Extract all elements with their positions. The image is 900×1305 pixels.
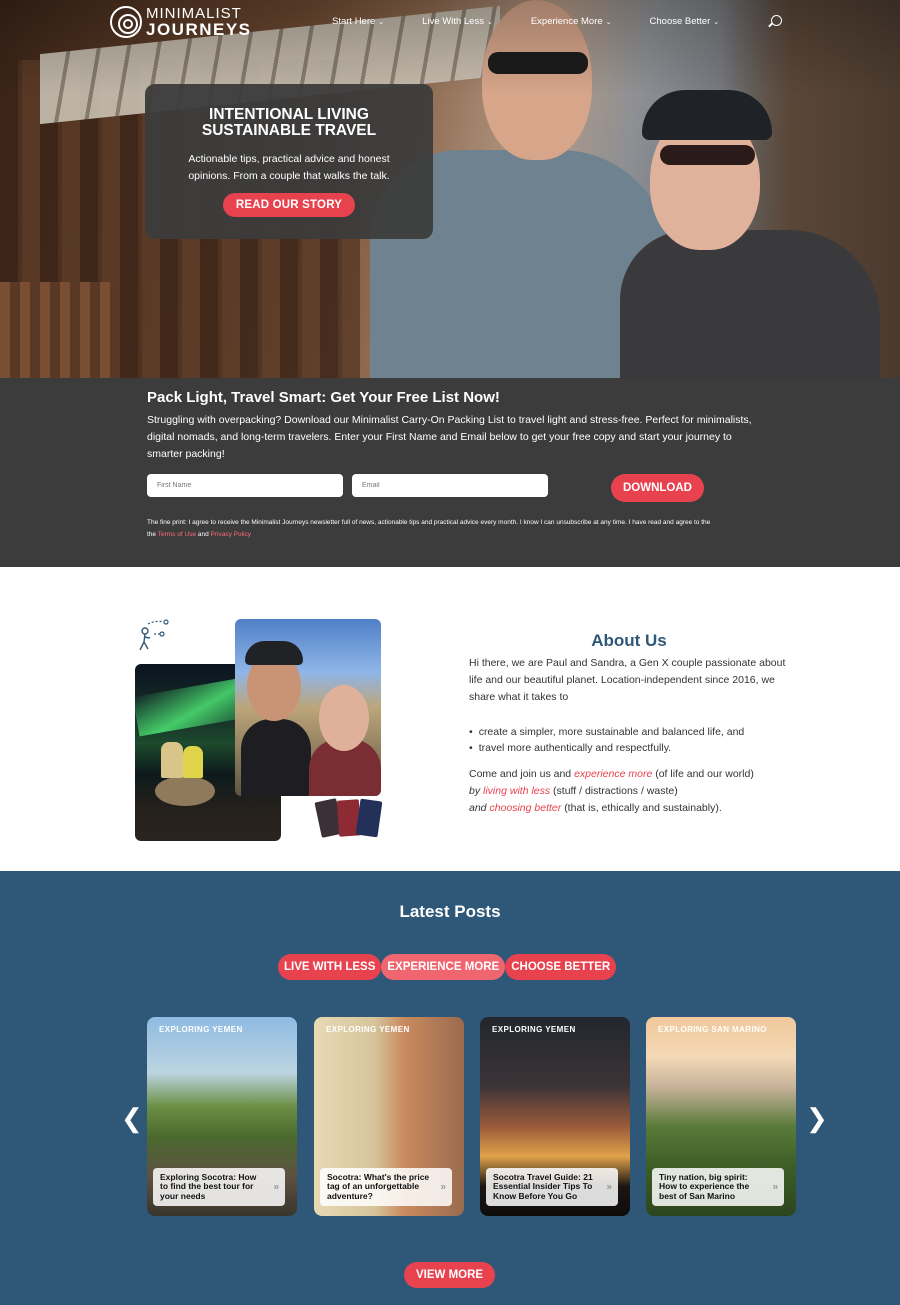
passports-icon: [314, 798, 383, 840]
latest-posts-section: Latest Posts LIVE WITH LESS EXPERIENCE M…: [0, 871, 900, 1305]
couple-photo: [235, 619, 381, 796]
post-card[interactable]: EXPLORING YEMEN Socotra: What's the pric…: [314, 1017, 464, 1216]
chevron-down-icon: ⌄: [605, 18, 612, 26]
hero-section: MINIMALIST JOURNEYS Start Here ⌄ Live Wit…: [0, 0, 900, 378]
post-category: EXPLORING YEMEN: [326, 1025, 410, 1034]
experience-more-link[interactable]: experience more: [574, 768, 652, 780]
tab-live-with-less[interactable]: LIVE WITH LESS: [278, 954, 382, 980]
post-caption: Socotra: What's the price tag of an unfo…: [320, 1167, 452, 1206]
post-category: EXPLORING YEMEN: [159, 1025, 243, 1034]
signup-description: Struggling with overpacking? Download ou…: [147, 414, 752, 460]
read-more-icon: »: [440, 1181, 446, 1192]
site-logo[interactable]: MINIMALIST JOURNEYS: [110, 6, 252, 38]
about-title: About Us: [591, 631, 667, 650]
first-name-field[interactable]: [147, 474, 343, 497]
logo-line2: JOURNEYS: [146, 20, 252, 39]
nav-item-choose-better[interactable]: Choose Better ⌄: [650, 16, 720, 27]
chevron-down-icon: ⌄: [486, 18, 493, 26]
nav-item-experience-more[interactable]: Experience More ⌄: [531, 16, 612, 27]
post-caption: Tiny nation, big spirit: How to experien…: [652, 1167, 784, 1206]
about-intro: Hi there, we are Paul and Sandra, a Gen …: [469, 657, 786, 703]
hero-title: INTENTIONAL LIVING SUSTAINABLE TRAVEL: [201, 106, 377, 139]
post-category: EXPLORING YEMEN: [492, 1025, 576, 1034]
living-with-less-link[interactable]: living with less: [483, 785, 550, 797]
post-card[interactable]: EXPLORING YEMEN Socotra Travel Guide: 21…: [480, 1017, 630, 1216]
read-more-icon: »: [273, 1181, 279, 1192]
post-card[interactable]: EXPLORING SAN MARINO Tiny nation, big sp…: [646, 1017, 796, 1216]
hero-text: Actionable tips, practical advice and ho…: [188, 153, 390, 182]
post-caption: Exploring Socotra: How to find the best …: [153, 1167, 285, 1206]
about-list: create a simpler, more sustainable and b…: [469, 724, 799, 756]
chevron-down-icon: ⌄: [378, 18, 385, 26]
logo-line1: MINIMALIST: [146, 5, 242, 22]
hero-card: INTENTIONAL LIVING SUSTAINABLE TRAVEL Ac…: [145, 84, 433, 239]
post-filter-tabs: LIVE WITH LESS EXPERIENCE MORE CHOOSE BE…: [278, 954, 617, 980]
tab-experience-more[interactable]: EXPERIENCE MORE: [381, 954, 506, 980]
main-nav: MINIMALIST JOURNEYS Start Here ⌄ Live Wit…: [0, 0, 900, 44]
download-button[interactable]: DOWNLOAD: [611, 474, 704, 502]
email-field[interactable]: [352, 474, 548, 497]
choosing-better-link[interactable]: choosing better: [489, 802, 561, 814]
post-caption: Socotra Travel Guide: 21 Essential Insid…: [486, 1167, 618, 1206]
search-icon[interactable]: [771, 15, 782, 26]
view-more-button[interactable]: VIEW MORE: [404, 1262, 496, 1288]
logo-spiral-icon: [110, 6, 142, 38]
post-card[interactable]: EXPLORING YEMEN Exploring Socotra: How t…: [147, 1017, 297, 1216]
tab-choose-better[interactable]: CHOOSE BETTER: [505, 954, 617, 980]
about-join-text: Come and join us and experience more (of…: [469, 768, 754, 814]
post-category: EXPLORING SAN MARINO: [658, 1025, 767, 1034]
signup-title: Pack Light, Travel Smart: Get Your Free …: [147, 389, 500, 406]
read-our-story-button[interactable]: READ OUR STORY: [222, 193, 356, 217]
latest-posts-title: Latest Posts: [399, 902, 501, 921]
list-item: travel more authentically and respectful…: [469, 740, 799, 756]
read-more-icon: »: [772, 1181, 778, 1192]
nav-item-live-with-less[interactable]: Live With Less ⌄: [422, 16, 493, 27]
read-more-icon: »: [606, 1181, 612, 1192]
fine-print: The fine print: I agree to receive the M…: [147, 519, 711, 538]
walking-path-icon: [139, 619, 169, 651]
nav-menu: Start Here ⌄ Live With Less ⌄ Experience M…: [332, 16, 719, 27]
privacy-policy-link[interactable]: Privacy Policy: [211, 531, 251, 538]
nav-item-start-here[interactable]: Start Here ⌄: [332, 16, 384, 27]
list-item: create a simpler, more sustainable and b…: [469, 724, 799, 740]
signup-section: Pack Light, Travel Smart: Get Your Free …: [0, 378, 900, 567]
terms-of-use-link[interactable]: Terms of Use: [158, 531, 196, 538]
carousel-prev-icon[interactable]: ❮: [121, 1103, 143, 1134]
carousel-next-icon[interactable]: ❯: [806, 1103, 828, 1134]
chevron-down-icon: ⌄: [713, 18, 720, 26]
